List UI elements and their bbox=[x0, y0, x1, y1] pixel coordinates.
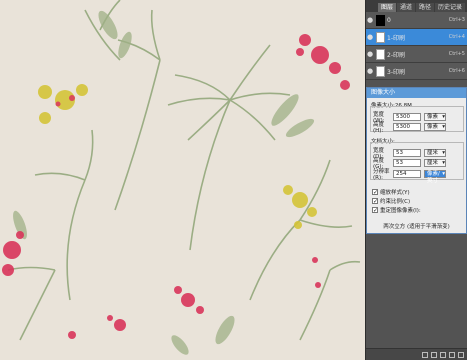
layer-thumbnail bbox=[376, 14, 385, 26]
checkbox-label: 重定图像像素(I): bbox=[380, 208, 421, 214]
layer-thumbnail bbox=[376, 31, 385, 43]
layer-name: 0 bbox=[387, 16, 391, 24]
layer-thumbnail bbox=[376, 65, 385, 77]
checkbox-label: 约束比例(C) bbox=[380, 199, 411, 205]
dialog-title: 图像大小 bbox=[367, 88, 466, 98]
layer-row-0[interactable]: ● 0 Ctrl+3 bbox=[366, 12, 467, 29]
layer-shortcut: Ctrl+5 bbox=[448, 51, 465, 57]
doc-height-input[interactable]: 53 bbox=[393, 159, 421, 167]
eye-icon[interactable]: ● bbox=[366, 33, 374, 41]
pixel-height-input[interactable]: 5300 bbox=[393, 123, 421, 131]
layer-name: 1-印刷 bbox=[387, 34, 405, 42]
new-layer-icon[interactable] bbox=[449, 351, 455, 358]
resample-checkbox[interactable]: ✓ 重定图像像素(I): bbox=[372, 206, 421, 214]
layer-row-1[interactable]: ● 1-印刷 Ctrl+4 bbox=[366, 29, 467, 46]
unit-value: 像素 bbox=[427, 124, 439, 130]
panel-tabs: 图层 通道 路径 历史记录 bbox=[366, 0, 467, 12]
doc-height-unit-select[interactable]: 厘米 ▾ bbox=[424, 159, 446, 167]
checkbox-label: 缩放样式(Y) bbox=[380, 190, 410, 196]
unit-value: 厘米 bbox=[427, 160, 439, 166]
scale-styles-checkbox[interactable]: ✓ 缩放样式(Y) bbox=[372, 188, 410, 196]
pixel-height-row: 高度(H): 5300 像素 ▾ bbox=[373, 120, 446, 134]
eye-icon[interactable]: ● bbox=[366, 16, 374, 24]
pixel-height-label: 高度(H): bbox=[373, 122, 385, 134]
eye-icon[interactable]: ● bbox=[366, 67, 374, 75]
layer-row-2[interactable]: ● 2-印刷 Ctrl+5 bbox=[366, 46, 467, 63]
tab-layers[interactable]: 图层 bbox=[378, 3, 397, 12]
tab-history[interactable]: 历史记录 bbox=[435, 3, 466, 12]
checkmark-icon: ✓ bbox=[372, 207, 379, 214]
tab-channels[interactable]: 通道 bbox=[397, 3, 416, 12]
resolution-unit-select[interactable]: 像素/英寸 ▾ bbox=[424, 170, 446, 184]
layers-bottom-toolbar bbox=[366, 348, 467, 360]
checkmark-icon: ✓ bbox=[372, 189, 379, 196]
layer-shortcut: Ctrl+6 bbox=[448, 68, 465, 74]
eye-icon[interactable]: ● bbox=[366, 50, 374, 58]
document-canvas[interactable] bbox=[0, 0, 367, 360]
resolution-input[interactable]: 254 bbox=[393, 170, 421, 178]
layer-style-icon[interactable] bbox=[431, 351, 437, 358]
image-size-dialog: 图像大小 像素大小:26.8M 宽度(W): 5300 像素 ▾ 高度(H): 5… bbox=[366, 87, 467, 234]
layer-shortcut: Ctrl+4 bbox=[448, 34, 465, 40]
trash-icon[interactable] bbox=[458, 351, 464, 358]
pixel-height-unit-select[interactable]: 像素 ▾ bbox=[424, 123, 446, 131]
constrain-proportions-checkbox[interactable]: ✓ 约束比例(C) bbox=[372, 197, 410, 205]
floral-pattern-artwork bbox=[2, 0, 361, 355]
tab-paths[interactable]: 路径 bbox=[416, 3, 435, 12]
layer-name: 3-印刷 bbox=[387, 68, 405, 76]
layer-name: 2-印刷 bbox=[387, 51, 405, 59]
chevron-down-icon: ▾ bbox=[442, 124, 445, 130]
resolution-row: 分辨率(R): 254 像素/英寸 ▾ bbox=[373, 167, 446, 184]
link-layers-icon[interactable] bbox=[422, 351, 428, 358]
layer-row-3[interactable]: ● 3-印刷 Ctrl+6 bbox=[366, 63, 467, 80]
chevron-down-icon: ▾ bbox=[442, 160, 445, 166]
layer-shortcut: Ctrl+3 bbox=[448, 17, 465, 23]
unit-value: 像素/英寸 bbox=[427, 171, 440, 184]
resolution-label: 分辨率(R): bbox=[373, 169, 390, 181]
layer-thumbnail bbox=[376, 48, 385, 60]
checkmark-icon: ✓ bbox=[372, 198, 379, 205]
chevron-down-icon: ▾ bbox=[442, 171, 445, 177]
mask-icon[interactable] bbox=[440, 351, 446, 358]
resample-method-select[interactable]: 两次立方 (适用于平滑渐变) bbox=[367, 222, 466, 230]
